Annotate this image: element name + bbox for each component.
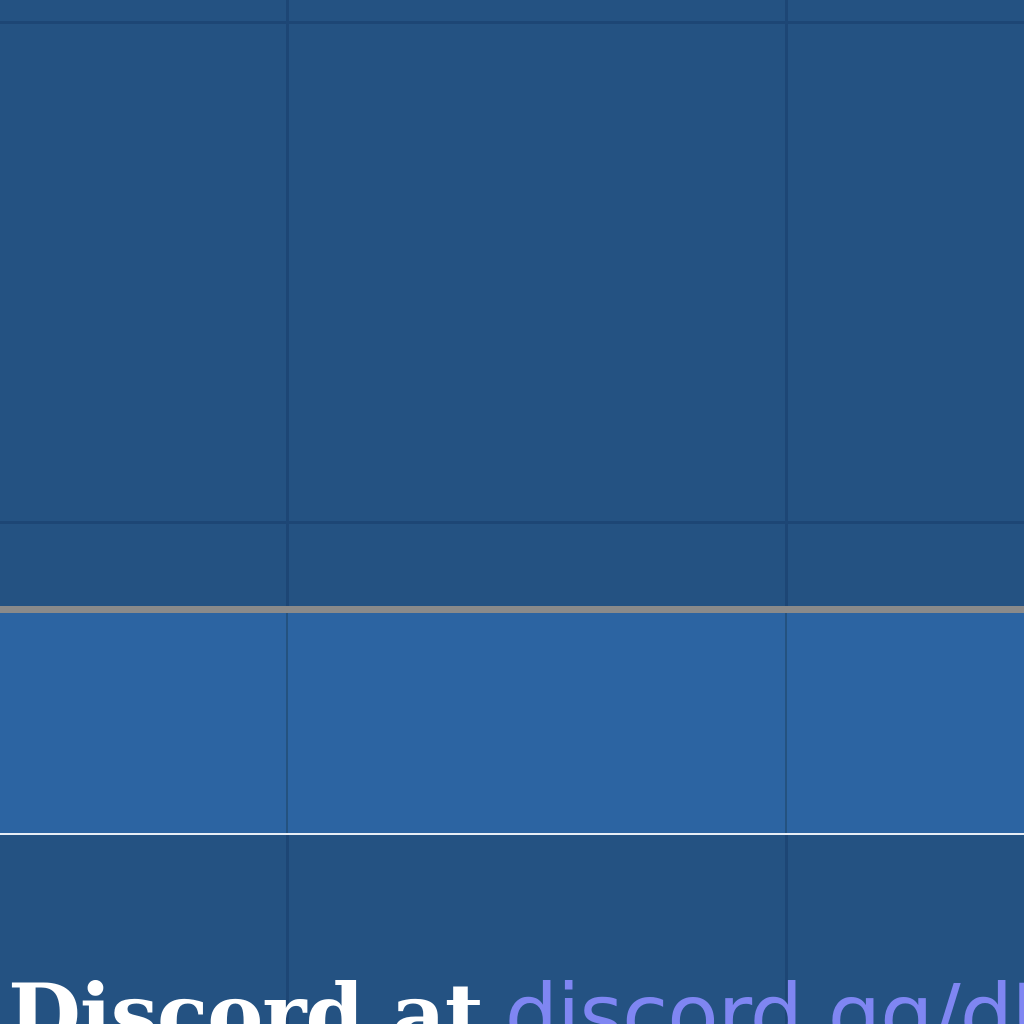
grid-line xyxy=(286,0,289,1024)
footer-text: Discord at xyxy=(8,965,484,1024)
selected-row[interactable] xyxy=(0,613,1024,834)
page: Discord at discord.gg/dUI xyxy=(0,0,1024,1024)
grid-line xyxy=(785,0,788,1024)
cell-divider xyxy=(785,613,787,834)
grid-line xyxy=(0,21,1024,24)
row-separator xyxy=(0,606,1024,613)
discord-link[interactable]: discord.gg/dUI xyxy=(505,966,1024,1024)
row-underline xyxy=(0,833,1024,835)
cell-divider xyxy=(286,613,288,834)
footer-line: Discord at discord.gg/dUI xyxy=(8,955,1024,1024)
grid-line xyxy=(0,521,1024,524)
